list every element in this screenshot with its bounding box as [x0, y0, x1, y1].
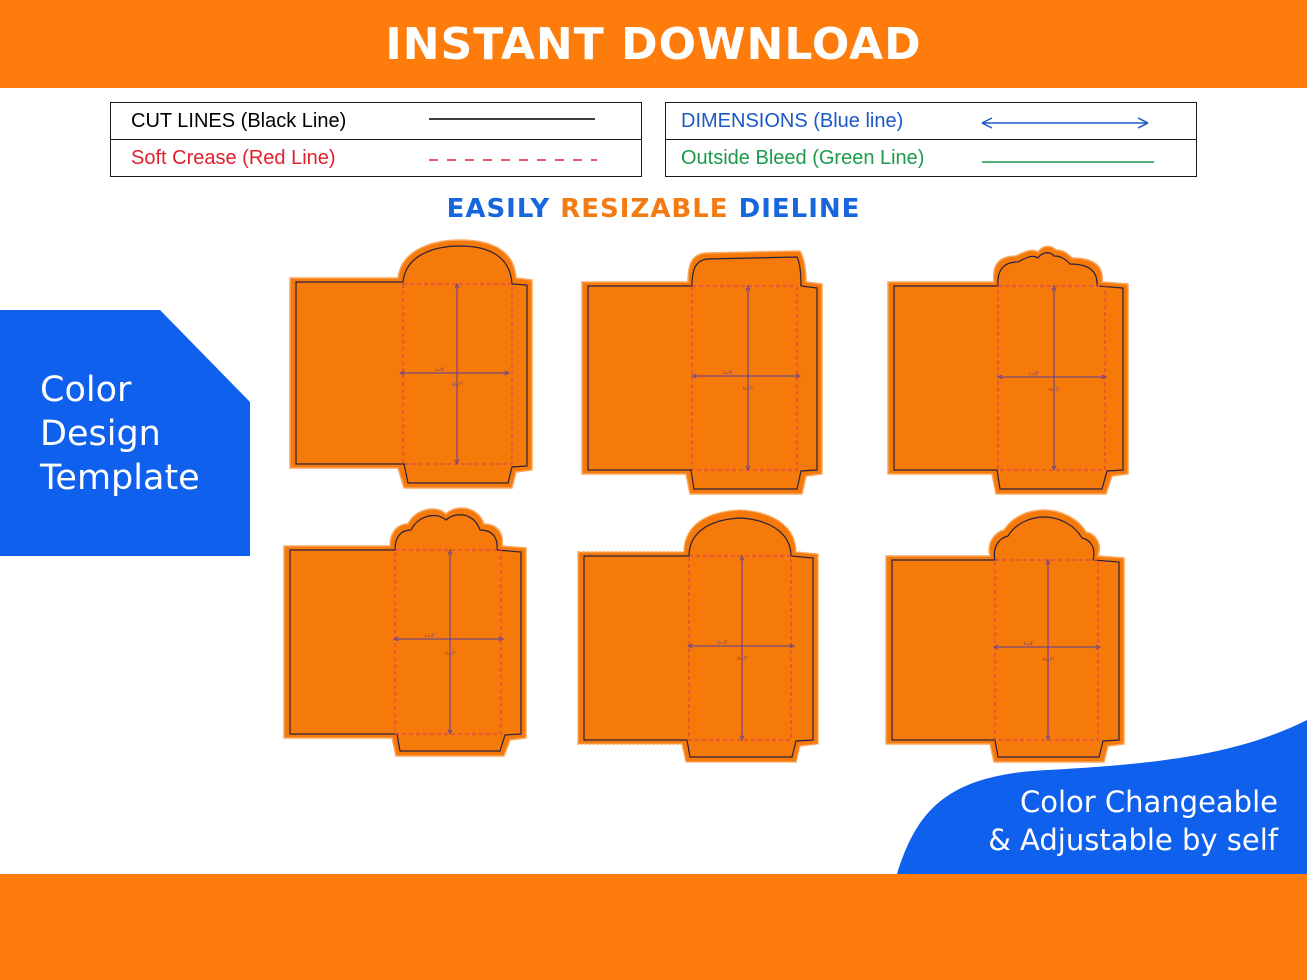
height-label: H=7"	[1049, 387, 1060, 392]
width-label: L=4"	[723, 370, 733, 375]
dieline-envelope-cloud: L=4" H=7"	[283, 507, 527, 757]
dieline-envelope-bell: L=4" H=7"	[885, 509, 1125, 763]
width-label: L=4"	[1024, 641, 1034, 646]
width-label: L=4"	[1029, 371, 1039, 376]
height-label: H=7"	[737, 656, 748, 661]
bottom-bar	[0, 874, 1307, 980]
dieline-envelope-scallop: L=4" H=7"	[577, 509, 819, 763]
dieline-envelope-bow: L=4" H=7"	[887, 245, 1129, 495]
width-label: L=4"	[435, 367, 445, 372]
width-label: L=4"	[718, 640, 728, 645]
dieline-envelope-flat: L=4" H=7"	[581, 250, 823, 495]
height-label: H=7"	[452, 382, 463, 387]
dieline-envelope-arch: L=4" H=7"	[289, 239, 533, 489]
height-label: H=7"	[445, 651, 456, 656]
width-label: L=4"	[425, 633, 435, 638]
height-label: H=7"	[1043, 657, 1054, 662]
dieline-grid: L=4" H=7" L=4" H=7" L=4" H=7" L=4" H=7"	[283, 239, 1129, 763]
height-label: H=7"	[743, 386, 754, 391]
